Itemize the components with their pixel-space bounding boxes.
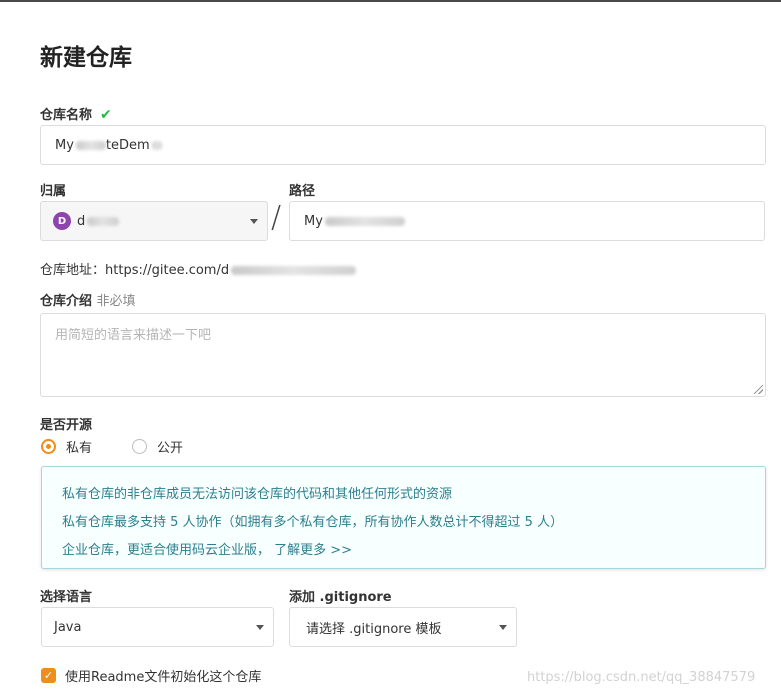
chevron-down-icon bbox=[499, 625, 507, 630]
description-textarea[interactable]: 用简短的语言来描述一下吧 bbox=[40, 313, 766, 397]
info-line: 企业仓库，更适合使用码云企业版， 了解更多 >> bbox=[62, 539, 352, 558]
repo-address-value: https://gitee.com/d bbox=[105, 263, 230, 278]
page-title: 新建仓库 bbox=[40, 45, 132, 71]
visibility-option-label: 私有 bbox=[66, 441, 93, 456]
radio-unselected-icon bbox=[132, 439, 147, 454]
readme-checkbox[interactable]: ✓ 使用Readme文件初始化这个仓库 bbox=[41, 666, 261, 685]
info-line: 私有仓库的非仓库成员无法访问该仓库的代码和其他任何形式的资源 bbox=[62, 487, 453, 502]
check-icon: ✔ bbox=[100, 107, 112, 123]
info-box: 私有仓库的非仓库成员无法访问该仓库的代码和其他任何形式的资源 私有仓库最多支持 … bbox=[41, 466, 766, 569]
repo-name-label: 仓库名称 ✔ bbox=[40, 104, 112, 123]
gitignore-label: 添加 .gitignore bbox=[289, 590, 392, 605]
resize-handle[interactable] bbox=[754, 385, 763, 394]
path-label: 路径 bbox=[289, 184, 316, 199]
watermark: https://blog.csdn.net/qq_38847579 bbox=[527, 670, 756, 685]
chevron-down-icon bbox=[256, 625, 264, 630]
visibility-option-label: 公开 bbox=[157, 441, 184, 456]
repo-name-value-tail: teDem bbox=[105, 137, 150, 153]
redacted-text bbox=[324, 216, 405, 226]
learn-more-link[interactable]: 了解更多 >> bbox=[274, 543, 352, 558]
description-placeholder: 用简短的语言来描述一下吧 bbox=[55, 328, 212, 343]
avatar: D bbox=[53, 212, 71, 230]
owner-value: d bbox=[77, 213, 86, 229]
description-optional: 非必填 bbox=[96, 294, 136, 309]
redacted-text bbox=[75, 140, 106, 150]
owner-select[interactable]: D d bbox=[40, 201, 268, 241]
owner-label: 归属 bbox=[40, 184, 67, 199]
redacted-text bbox=[151, 140, 162, 150]
path-input[interactable]: My bbox=[289, 201, 765, 241]
repo-address-label: 仓库地址： bbox=[40, 263, 106, 278]
repo-name-input[interactable]: My teDem bbox=[40, 125, 766, 165]
visibility-label: 是否开源 bbox=[40, 418, 93, 433]
path-value: My bbox=[304, 213, 323, 229]
checkbox-checked-icon: ✓ bbox=[41, 668, 56, 683]
visibility-option-public[interactable]: 公开 bbox=[132, 437, 183, 456]
repo-address: 仓库地址：https://gitee.com/d bbox=[40, 259, 357, 278]
repo-name-value: My bbox=[55, 137, 74, 153]
language-label: 选择语言 bbox=[40, 590, 93, 605]
description-label: 仓库介绍 非必填 bbox=[40, 290, 136, 309]
readme-label: 使用Readme文件初始化这个仓库 bbox=[65, 670, 262, 685]
language-value: Java bbox=[54, 619, 82, 635]
repo-name-label-text: 仓库名称 bbox=[40, 108, 93, 123]
language-select[interactable]: Java bbox=[41, 607, 274, 647]
redacted-text bbox=[87, 216, 120, 226]
info-line: 私有仓库最多支持 5 人协作（如拥有多个私有仓库，所有协作人数总计不得超过 5 … bbox=[62, 515, 564, 530]
path-separator: / bbox=[271, 200, 282, 235]
radio-selected-icon bbox=[41, 439, 56, 454]
description-label-text: 仓库介绍 bbox=[40, 294, 93, 309]
top-border bbox=[0, 0, 781, 2]
gitignore-select[interactable]: 请选择 .gitignore 模板 bbox=[289, 607, 517, 647]
redacted-text bbox=[231, 266, 357, 275]
info-line-text: 企业仓库，更适合使用码云企业版， bbox=[62, 543, 271, 558]
gitignore-value: 请选择 .gitignore 模板 bbox=[306, 621, 442, 637]
visibility-option-private[interactable]: 私有 bbox=[41, 437, 92, 456]
chevron-down-icon bbox=[250, 219, 258, 224]
